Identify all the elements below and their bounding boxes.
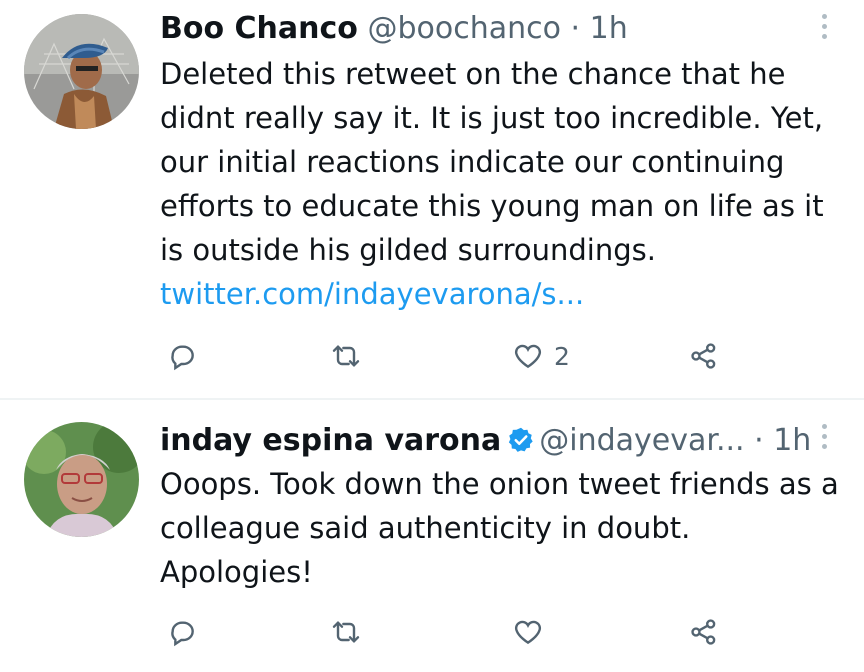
author-handle[interactable]: @indayevar... bbox=[539, 423, 744, 458]
share-button[interactable] bbox=[688, 336, 720, 376]
like-count: 2 bbox=[554, 341, 570, 371]
retweet-button[interactable] bbox=[330, 336, 362, 376]
reply-button[interactable] bbox=[166, 336, 198, 376]
tweet-body: Deleted this retweet on the chance that … bbox=[160, 57, 824, 267]
share-icon bbox=[691, 619, 716, 645]
tweet[interactable]: Boo Chanco @boochanco · 1h Deleted this … bbox=[0, 0, 864, 398]
separator: · bbox=[570, 11, 581, 46]
author-handle[interactable]: @boochanco bbox=[367, 11, 561, 46]
tweet-text: Deleted this retweet on the chance that … bbox=[160, 52, 840, 316]
action-bar: 2 bbox=[160, 336, 760, 376]
like-button[interactable] bbox=[512, 612, 544, 652]
tweet-body: Ooops. Took down the onion tweet friends… bbox=[160, 467, 839, 589]
retweet-button[interactable] bbox=[330, 612, 362, 652]
timestamp[interactable]: 1h bbox=[773, 423, 811, 458]
separator: · bbox=[754, 423, 764, 458]
author-name[interactable]: Boo Chanco bbox=[160, 11, 358, 46]
like-icon bbox=[514, 620, 542, 645]
verified-badge-icon bbox=[507, 426, 535, 464]
tweet-header: Boo Chanco @boochanco · 1h bbox=[160, 10, 824, 48]
reply-button[interactable] bbox=[166, 612, 198, 652]
reply-icon bbox=[171, 345, 194, 371]
share-icon bbox=[691, 343, 716, 369]
like-icon bbox=[514, 344, 542, 369]
timestamp[interactable]: 1h bbox=[590, 11, 628, 46]
share-button[interactable] bbox=[688, 612, 720, 652]
reply-icon bbox=[171, 621, 194, 647]
retweet-icon bbox=[332, 345, 360, 367]
avatar[interactable] bbox=[24, 422, 139, 537]
more-icon[interactable] bbox=[818, 14, 830, 44]
avatar[interactable] bbox=[24, 14, 139, 129]
retweet-icon bbox=[332, 621, 360, 643]
more-icon[interactable] bbox=[818, 424, 830, 454]
tweet-text: Ooops. Took down the onion tweet friends… bbox=[160, 462, 840, 594]
tweet-link[interactable]: twitter.com/indayevarona/s... bbox=[160, 277, 584, 311]
action-bar bbox=[160, 612, 760, 652]
like-button[interactable]: 2 bbox=[512, 336, 570, 376]
tweet[interactable]: inday espina varona @indayevar... · 1h Oo… bbox=[0, 400, 864, 672]
author-name[interactable]: inday espina varona bbox=[160, 423, 501, 458]
tweet-header: inday espina varona @indayevar... · 1h bbox=[160, 422, 824, 460]
